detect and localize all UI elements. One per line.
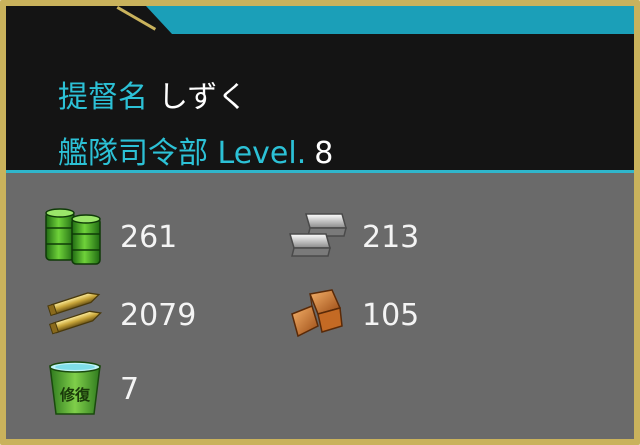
steel-amount: 213 — [362, 219, 420, 255]
bucket-label: 修復 — [59, 386, 91, 404]
admiral-info-panel: 提督名 しずく 艦隊司令部 Level. 8 261 213 2079 105 … — [0, 0, 640, 445]
bauxite-ore-icon — [284, 284, 350, 346]
steel-ingots-icon — [284, 206, 350, 268]
bauxite-amount: 105 — [362, 297, 420, 333]
admiral-name: しずく — [158, 80, 248, 115]
header-accent-bar — [146, 6, 634, 34]
resource-repair-bucket: 修復 7 — [42, 358, 139, 420]
resource-bauxite: 105 — [284, 284, 419, 346]
hq-level-value: 8 — [314, 136, 334, 171]
repair-bucket-amount: 7 — [120, 371, 140, 407]
ammo-bullets-icon — [42, 284, 108, 346]
resource-steel: 213 — [284, 206, 419, 268]
admiral-header: 提督名 しずく 艦隊司令部 Level. 8 — [6, 6, 634, 173]
fuel-drums-icon — [42, 206, 108, 268]
fuel-amount: 261 — [120, 219, 178, 255]
ammo-amount: 2079 — [120, 297, 197, 333]
resource-ammo: 2079 — [42, 284, 196, 346]
admiral-name-row: 提督名 しずく — [58, 72, 247, 116]
admiral-name-label: 提督名 — [58, 80, 148, 115]
hq-level-label: 艦隊司令部 Level. — [58, 136, 307, 171]
repair-bucket-icon: 修復 — [42, 358, 108, 420]
resource-fuel: 261 — [42, 206, 177, 268]
hq-level-row: 艦隊司令部 Level. 8 — [58, 128, 333, 172]
header-divider — [6, 170, 634, 173]
